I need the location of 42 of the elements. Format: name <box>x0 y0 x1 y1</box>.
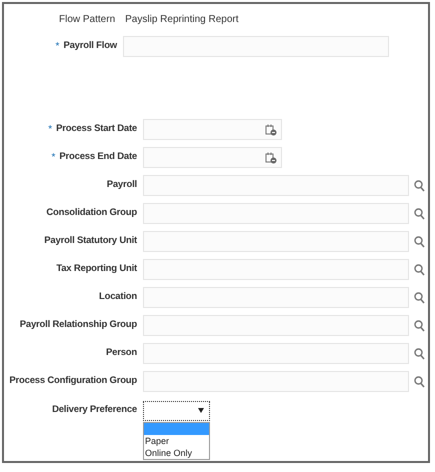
field-label: Process Start Date <box>56 122 137 136</box>
calendar-icon[interactable] <box>265 124 277 136</box>
dropdown-option[interactable]: Paper <box>144 434 209 446</box>
field-label: Delivery Preference <box>52 403 137 418</box>
flow-pattern-label: Flow Pattern <box>59 12 116 26</box>
lookup-input[interactable] <box>143 175 409 196</box>
field-label: Consolidation Group <box>46 206 137 220</box>
flow-pattern-value: Payslip Reprinting Report <box>125 12 239 26</box>
required-mark: * <box>52 153 56 164</box>
calendar-icon[interactable] <box>265 152 277 164</box>
field-label: Location <box>99 290 137 304</box>
lookup-input[interactable] <box>143 315 409 336</box>
lookup-input[interactable] <box>143 287 409 308</box>
search-icon[interactable] <box>414 376 425 388</box>
delivery-preference-select[interactable] <box>143 400 210 420</box>
date-field[interactable] <box>143 119 282 140</box>
field-label: Process Configuration Group <box>9 374 137 388</box>
payroll-flow-input[interactable] <box>123 36 389 57</box>
lookup-input[interactable] <box>143 231 409 252</box>
field-label: Payroll Flow <box>63 39 117 54</box>
search-icon[interactable] <box>414 348 425 360</box>
search-icon[interactable] <box>414 236 425 248</box>
search-icon[interactable] <box>414 292 425 304</box>
search-icon[interactable] <box>414 320 425 332</box>
lookup-input[interactable] <box>143 343 409 364</box>
dropdown-arrow-icon <box>198 408 204 413</box>
required-mark: * <box>56 42 60 52</box>
lookup-input[interactable] <box>143 259 409 280</box>
field-label: Tax Reporting Unit <box>56 262 137 276</box>
dropdown-option[interactable]: Online Only <box>144 446 209 458</box>
field-label: Payroll Relationship Group <box>20 318 137 332</box>
field-label: Person <box>106 346 137 360</box>
date-field[interactable] <box>143 147 282 168</box>
lookup-input[interactable] <box>143 371 409 392</box>
field-label: Process End Date <box>59 150 137 164</box>
lookup-input[interactable] <box>143 203 409 224</box>
search-icon[interactable] <box>414 264 425 276</box>
required-mark: * <box>48 125 52 136</box>
search-icon[interactable] <box>414 180 425 192</box>
field-label: Payroll Statutory Unit <box>44 234 137 248</box>
search-icon[interactable] <box>414 208 425 220</box>
field-label: Payroll <box>106 178 137 192</box>
